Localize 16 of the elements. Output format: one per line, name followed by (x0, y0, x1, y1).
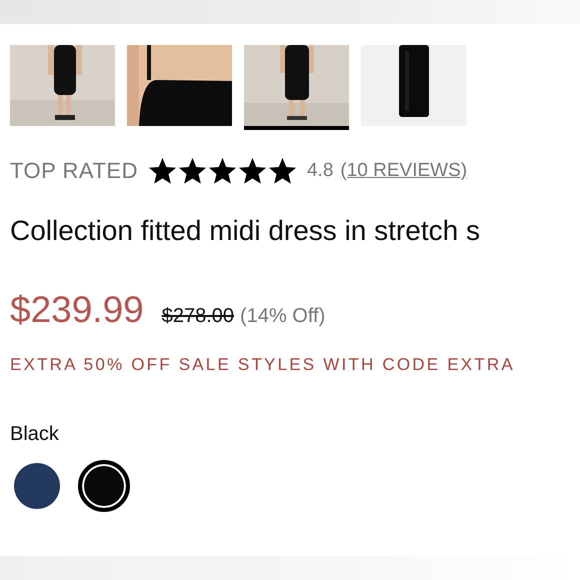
reviews-link[interactable]: (10 REVIEWS) (340, 160, 468, 182)
color-swatch[interactable] (78, 460, 130, 512)
promo-text: EXTRA 50% OFF SALE STYLES WITH CODE EXTRA (10, 355, 516, 375)
star-icon (178, 156, 207, 185)
rating-score: 4.8 (306, 160, 334, 182)
original-price: $278.00 (162, 305, 234, 328)
product-title: Collection fitted midi dress in stretch s (10, 215, 481, 247)
star-icon (208, 156, 237, 185)
top-rated-label: TOP RATED (10, 158, 138, 184)
star-icon (148, 156, 177, 185)
color-label: Black (10, 423, 60, 446)
star-icon (238, 156, 267, 185)
star-icon (268, 156, 297, 185)
discount-text: (14% Off) (240, 305, 326, 328)
sale-price: $239.99 (10, 289, 144, 331)
color-swatch[interactable] (14, 463, 60, 509)
